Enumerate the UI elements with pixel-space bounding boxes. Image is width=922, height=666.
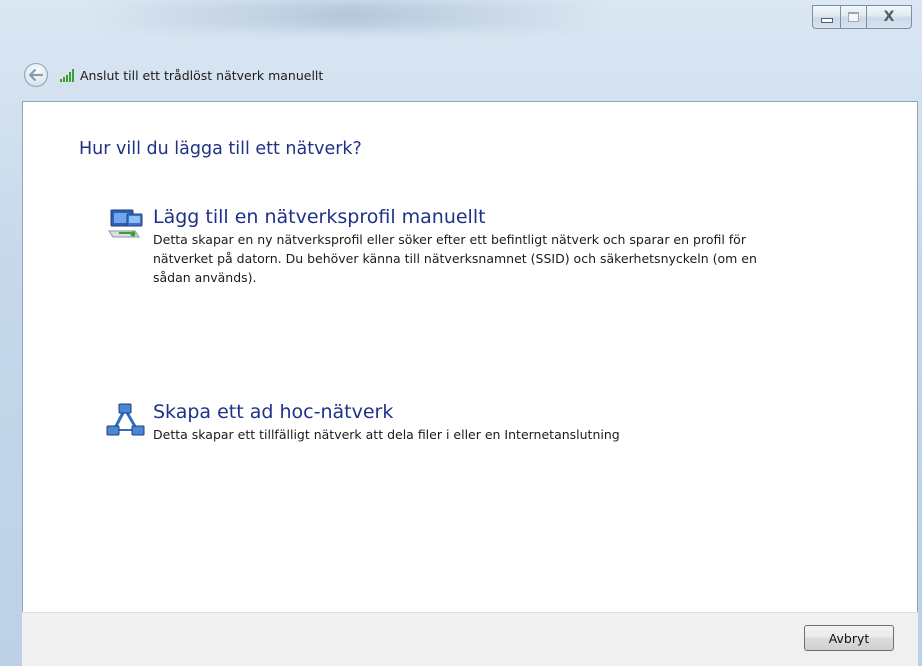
frame-glass-blur bbox=[90, 0, 610, 30]
close-icon: X bbox=[883, 9, 895, 25]
network-profile-icon bbox=[105, 205, 147, 245]
wizard-content: Hur vill du lägga till ett nätverk? Lägg… bbox=[22, 101, 918, 666]
page-heading: Hur vill du lägga till ett nätverk? bbox=[79, 139, 362, 159]
button-bar: Avbryt bbox=[22, 612, 918, 666]
navigation-bar: Anslut till ett trådlöst nätverk manuell… bbox=[24, 62, 323, 88]
maximize-icon bbox=[848, 12, 859, 22]
ad-hoc-network-icon bbox=[105, 400, 147, 440]
option-description: Detta skapar ett tillfälligt nätverk att… bbox=[153, 427, 620, 442]
option-title: Lägg till en nätverksprofil manuellt bbox=[153, 206, 486, 228]
maximize-button[interactable] bbox=[840, 5, 866, 29]
window-frame: X Anslut till ett trådlöst nätverk manue… bbox=[0, 0, 922, 666]
caption-controls: X bbox=[812, 5, 912, 31]
option-ad-hoc[interactable]: Skapa ett ad hoc-nätverk Detta skapar et… bbox=[105, 400, 793, 444]
close-button[interactable]: X bbox=[866, 5, 912, 29]
wifi-signal-icon bbox=[60, 68, 74, 82]
back-arrow-icon bbox=[29, 69, 43, 81]
option-manual-profile[interactable]: Lägg till en nätverksprofil manuellt Det… bbox=[105, 205, 793, 287]
minimize-button[interactable] bbox=[812, 5, 840, 29]
option-description: Detta skapar en ny nätverksprofil eller … bbox=[153, 232, 757, 285]
cancel-button[interactable]: Avbryt bbox=[804, 625, 894, 651]
minimize-icon bbox=[820, 17, 833, 23]
back-button[interactable] bbox=[24, 63, 48, 87]
window-title: Anslut till ett trådlöst nätverk manuell… bbox=[80, 67, 324, 83]
option-title: Skapa ett ad hoc-nätverk bbox=[153, 401, 394, 423]
